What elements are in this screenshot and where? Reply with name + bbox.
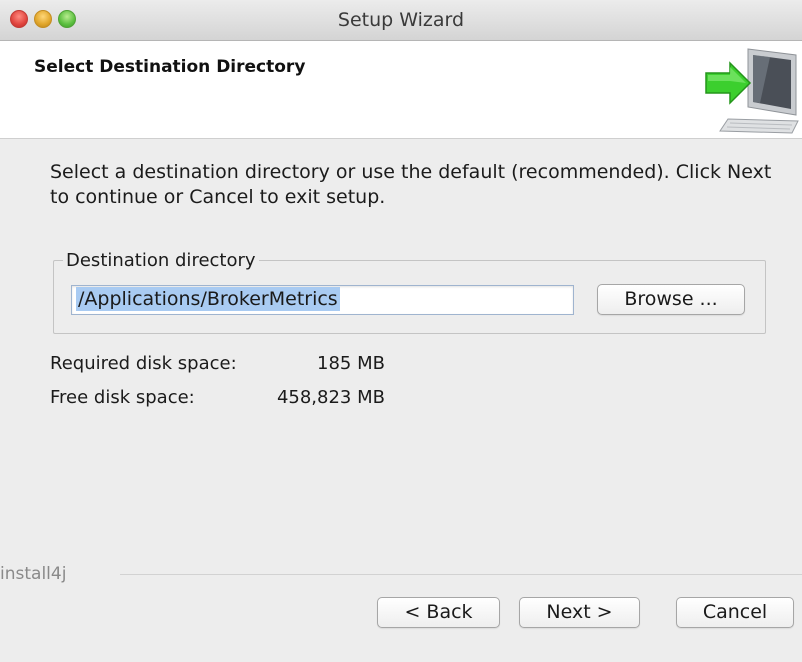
destination-directory-input[interactable]: /Applications/BrokerMetrics [71, 285, 574, 315]
next-button[interactable]: Next > [519, 597, 640, 628]
browse-button[interactable]: Browse ... [597, 284, 745, 315]
back-button[interactable]: < Back [377, 597, 500, 628]
wizard-header: Select Destination Directory [0, 41, 802, 139]
destination-directory-value: /Applications/BrokerMetrics [76, 287, 340, 311]
install4j-brand-label: install4j [0, 564, 67, 584]
free-space-value: 458,823 MB [276, 387, 385, 408]
title-bar: Setup Wizard [0, 0, 802, 41]
required-space-value: 185 MB [317, 353, 385, 374]
cancel-button[interactable]: Cancel [676, 597, 794, 628]
destination-group-label: Destination directory [63, 250, 259, 271]
window-title: Setup Wizard [337, 9, 465, 31]
installer-monitor-arrow-icon [705, 48, 799, 134]
instructions-text: Select a destination directory or use th… [50, 161, 772, 208]
free-space-label: Free disk space: [50, 387, 195, 408]
page-title: Select Destination Directory [34, 57, 306, 77]
footer-divider [120, 574, 802, 575]
